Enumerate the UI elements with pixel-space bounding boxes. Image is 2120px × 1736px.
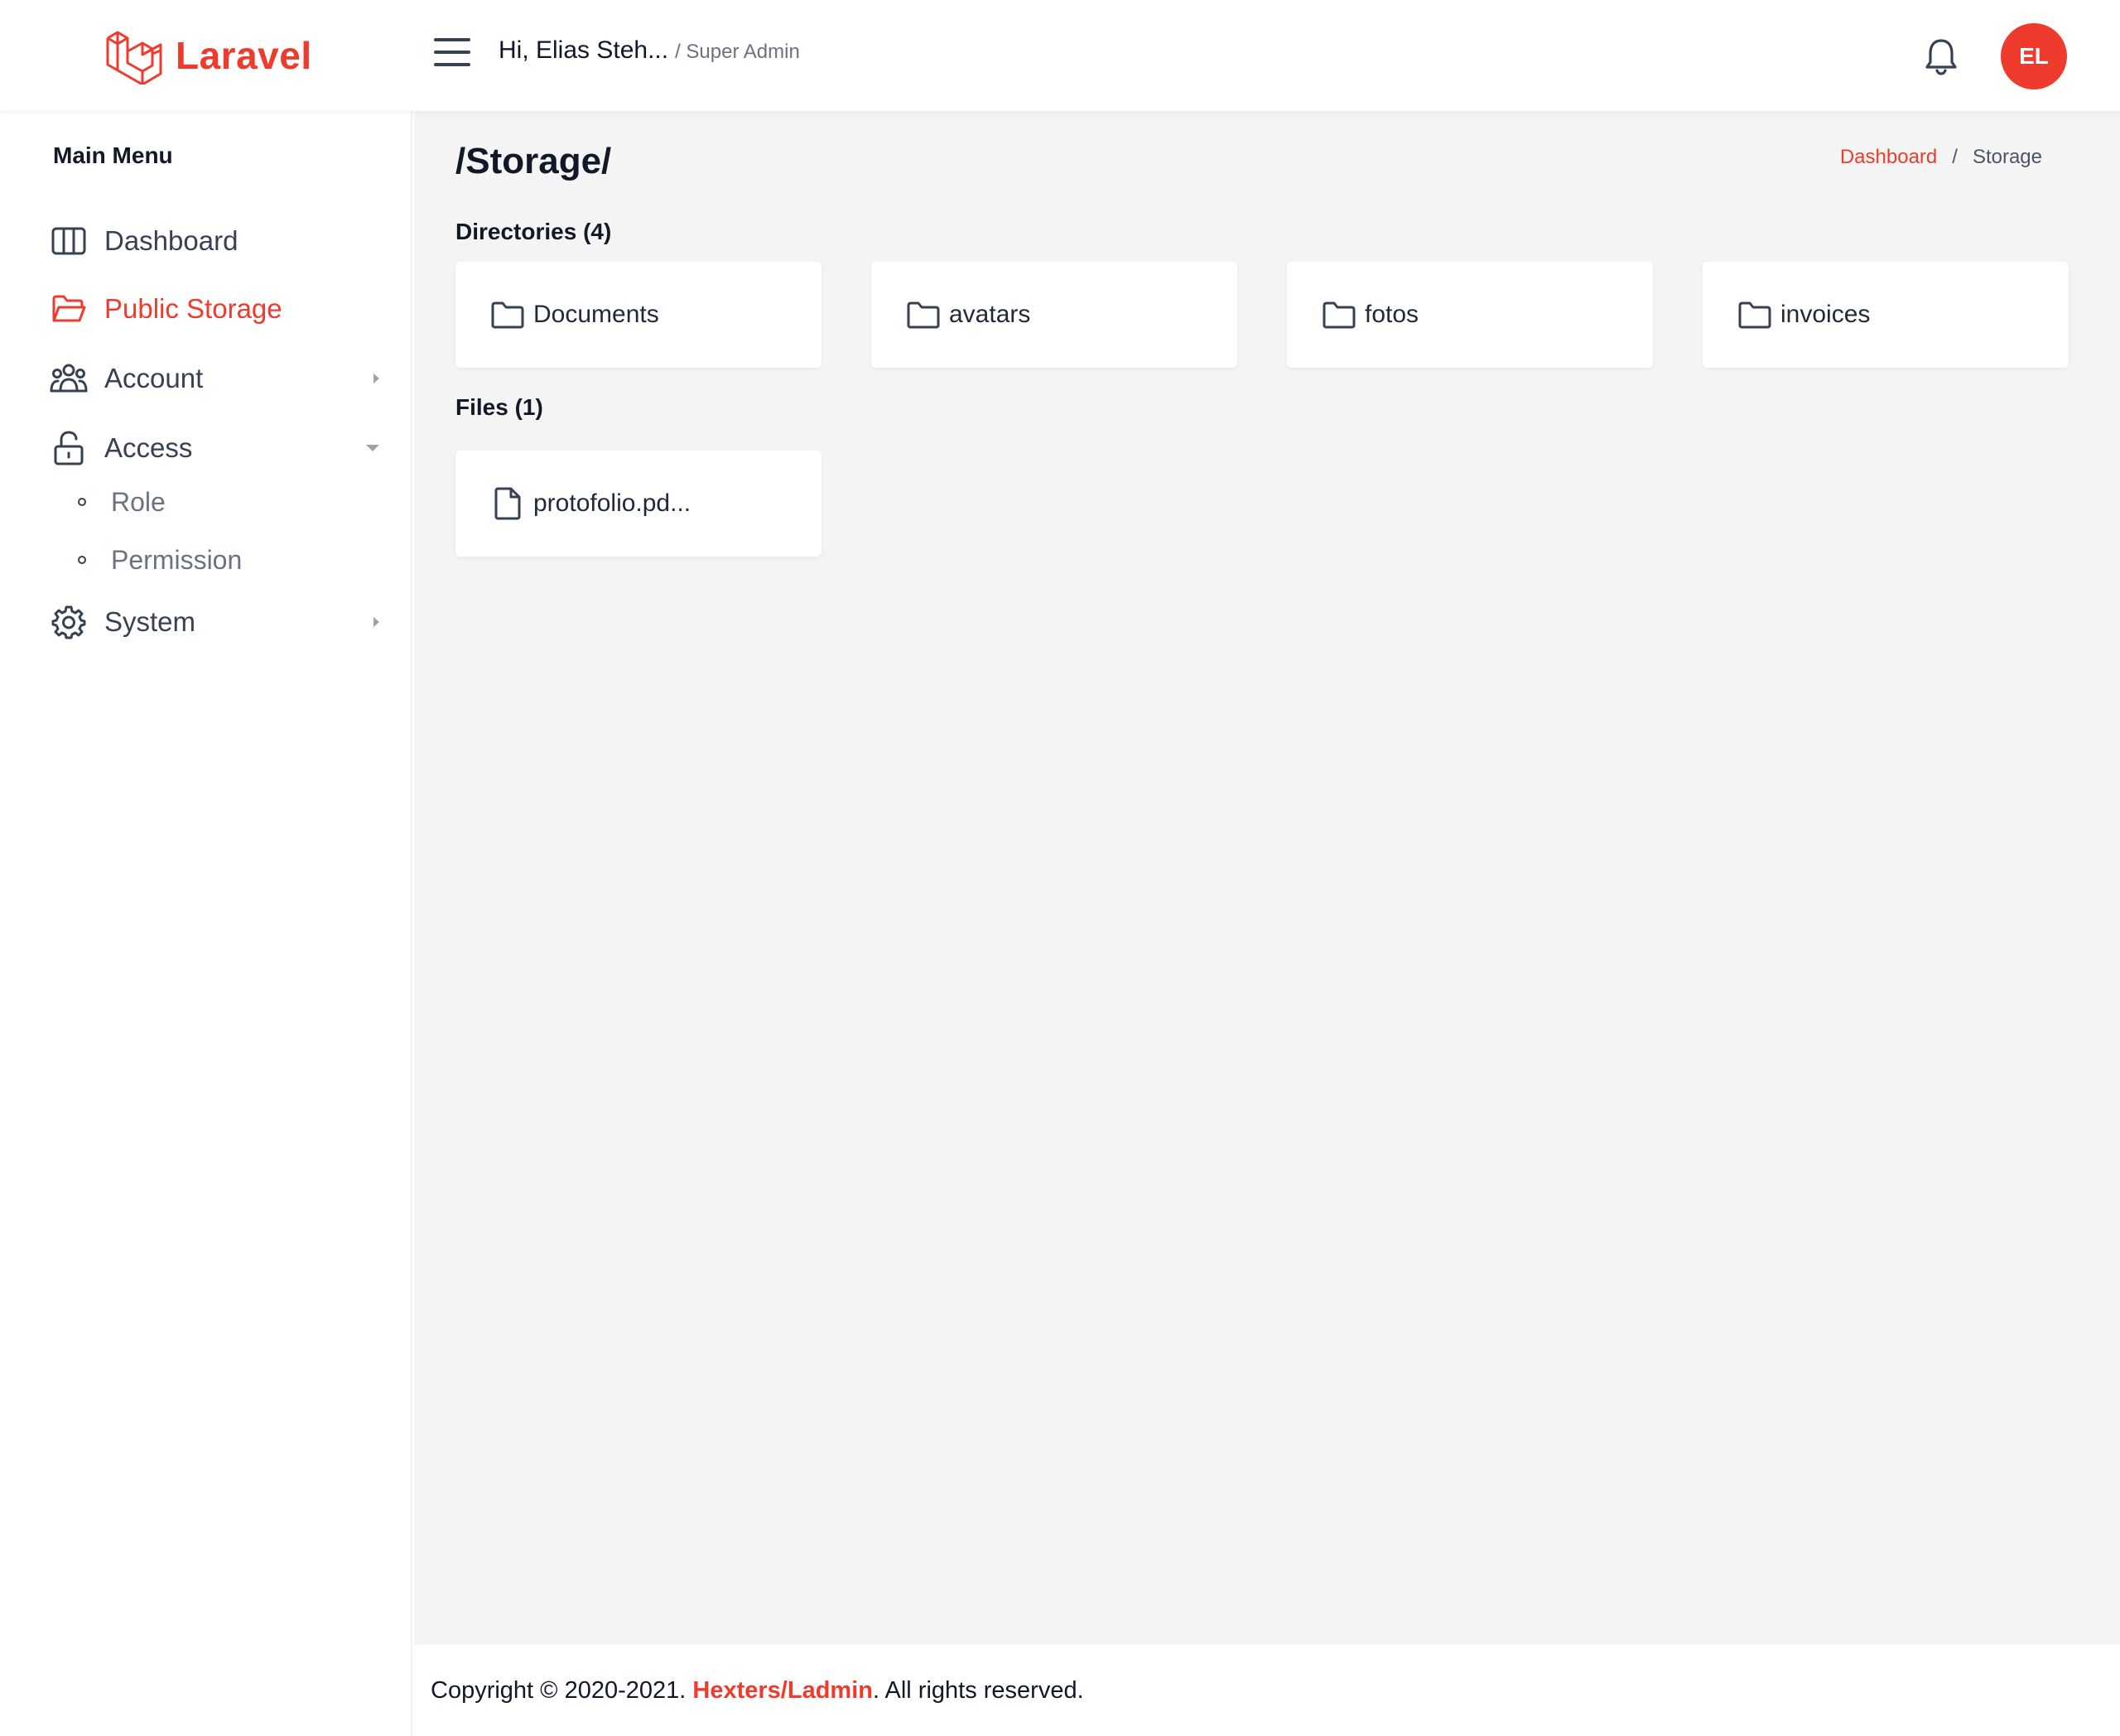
sidebar: Main Menu Dashboard Public Storage Accou… xyxy=(0,111,412,1736)
sidebar-subitem-permission[interactable]: Permission xyxy=(78,539,242,581)
laravel-logo[interactable]: Laravel xyxy=(104,25,312,86)
footer: Copyright © 2020-2021. Hexters/Ladmin. A… xyxy=(414,1645,2120,1736)
sidebar-item-dashboard[interactable]: Dashboard xyxy=(50,217,381,265)
avatar-initials: EL xyxy=(2019,43,2049,69)
sidebar-subitem-label: Permission xyxy=(111,544,243,575)
hamburger-line xyxy=(434,63,470,66)
chevron-right-icon xyxy=(373,374,379,383)
directory-card[interactable]: fotos xyxy=(1287,262,1653,368)
directory-card[interactable]: avatars xyxy=(871,262,1237,368)
top-header: Laravel Hi, Elias Steh... / Super Admin … xyxy=(0,0,2120,111)
bell-icon xyxy=(1925,39,1957,75)
greeting-role: / Super Admin xyxy=(675,41,800,63)
sidebar-item-account[interactable]: Account xyxy=(50,354,381,403)
sidebar-item-system[interactable]: System xyxy=(50,598,381,646)
folder-open-icon xyxy=(50,290,88,328)
directory-name: fotos xyxy=(1365,301,1419,328)
user-greeting: Hi, Elias Steh... / Super Admin xyxy=(499,36,800,73)
sidebar-item-label: System xyxy=(104,606,196,637)
lock-open-icon xyxy=(50,429,88,467)
sidebar-item-label: Account xyxy=(104,363,204,393)
folder-icon xyxy=(1737,297,1772,332)
breadcrumb: Dashboard / Storage xyxy=(1840,146,2042,169)
laravel-logo-icon xyxy=(106,31,162,84)
breadcrumb-current: Storage xyxy=(1972,146,2042,168)
users-icon xyxy=(50,359,88,398)
columns-icon xyxy=(50,222,88,260)
notification-bell-button[interactable] xyxy=(1923,36,1959,76)
main-menu-title: Main Menu xyxy=(53,142,173,168)
sidebar-item-public-storage[interactable]: Public Storage xyxy=(50,285,381,333)
sidebar-item-access[interactable]: Access xyxy=(50,424,381,472)
menu-toggle-button[interactable] xyxy=(434,38,470,71)
file-name: protofolio.pd... xyxy=(533,489,691,517)
breadcrumb-dashboard-link[interactable]: Dashboard xyxy=(1840,146,1937,169)
file-icon xyxy=(490,486,525,521)
logo-text: Laravel xyxy=(176,34,312,77)
footer-brand-link[interactable]: Hexters/Ladmin xyxy=(692,1677,873,1705)
gear-icon xyxy=(50,603,88,641)
sidebar-item-label: Dashboard xyxy=(104,225,238,256)
folder-icon xyxy=(490,297,525,332)
directory-name: Documents xyxy=(533,301,659,328)
hamburger-line xyxy=(434,51,470,54)
user-avatar-button[interactable]: EL xyxy=(2001,23,2067,89)
directory-name: invoices xyxy=(1780,301,1871,328)
chevron-right-icon xyxy=(373,617,379,627)
main-content: /Storage/ Dashboard / Storage Directorie… xyxy=(414,111,2120,1645)
bullet-icon xyxy=(78,498,86,506)
chevron-down-icon xyxy=(366,445,379,451)
page-title: /Storage/ xyxy=(455,141,612,181)
greeting-name: Hi, Elias Steh... xyxy=(499,36,669,64)
sidebar-subitem-label: Role xyxy=(111,486,166,517)
breadcrumb-separator: / xyxy=(1952,146,1958,168)
bullet-icon xyxy=(78,556,86,564)
directories-heading: Directories (4) xyxy=(455,219,612,244)
folder-icon xyxy=(1322,297,1356,332)
directory-card[interactable]: Documents xyxy=(455,262,822,368)
sidebar-item-label: Public Storage xyxy=(104,293,282,324)
file-card[interactable]: protofolio.pd... xyxy=(455,451,822,557)
hamburger-line xyxy=(434,38,470,41)
directory-card[interactable]: invoices xyxy=(1703,262,2069,368)
directory-name: avatars xyxy=(949,301,1031,328)
rights-text: . All rights reserved. xyxy=(872,1676,1084,1704)
files-heading: Files (1) xyxy=(455,394,543,420)
sidebar-subitem-role[interactable]: Role xyxy=(78,481,166,523)
folder-icon xyxy=(906,297,941,332)
sidebar-item-label: Access xyxy=(104,432,193,463)
copyright-text: Copyright © 2020-2021. xyxy=(431,1676,687,1704)
